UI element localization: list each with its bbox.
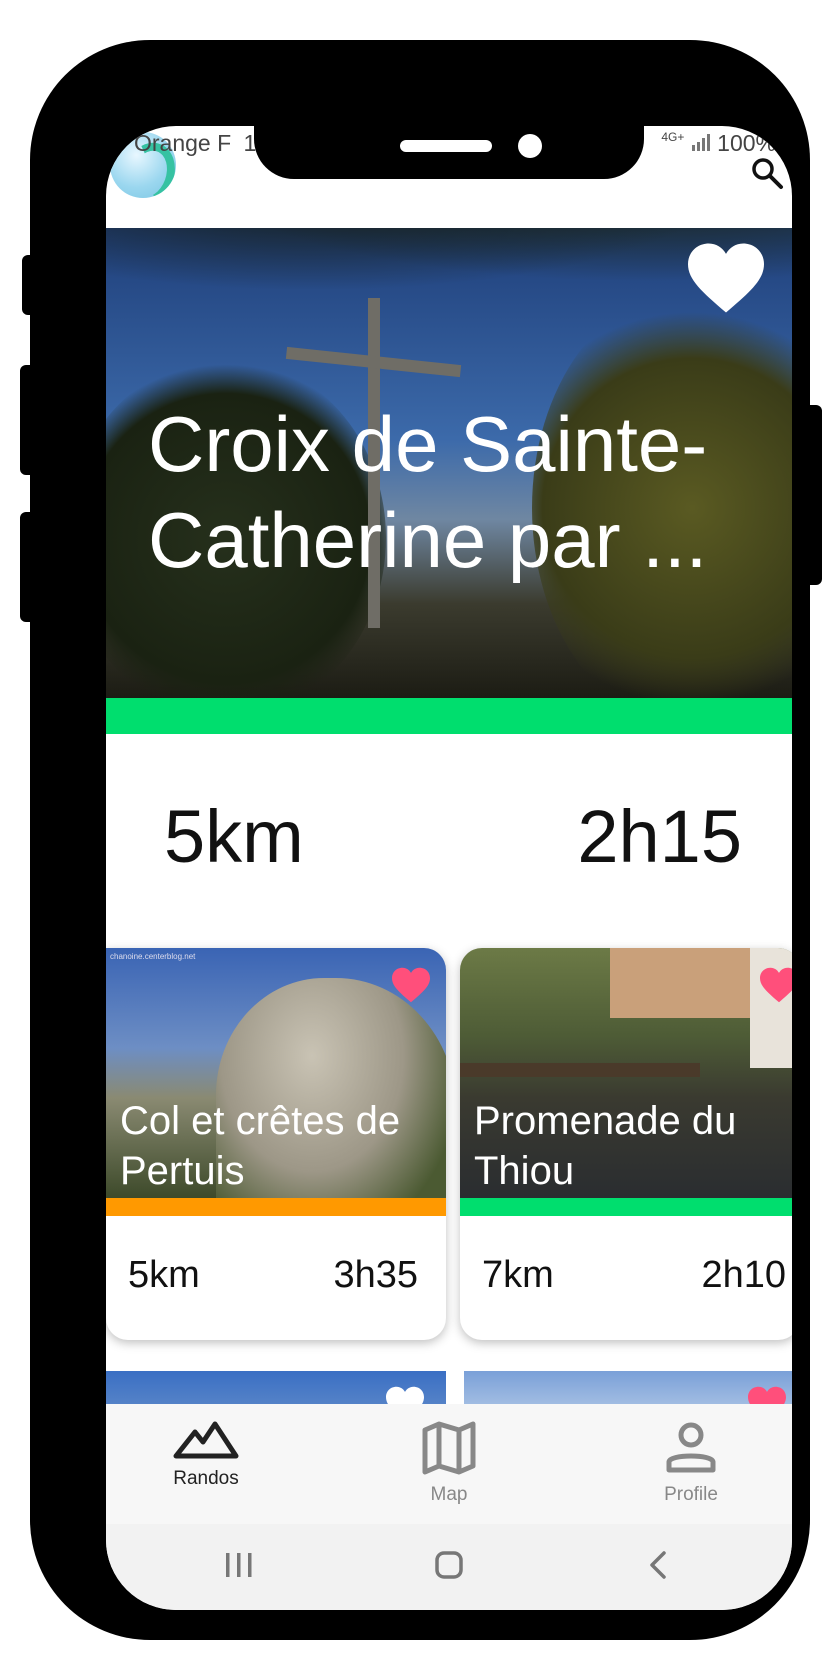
- nav-tab-map[interactable]: Map: [369, 1420, 529, 1506]
- nav-label: Map: [430, 1484, 468, 1505]
- status-bar-right: 4G+ 100%: [661, 130, 776, 162]
- phone-frame: Orange F 19 4G+ 100% Croix de Sainte-Cat…: [30, 40, 810, 1640]
- favorite-heart-icon[interactable]: [390, 966, 432, 1004]
- notch: [254, 126, 644, 179]
- person-icon: [611, 1420, 771, 1476]
- battery-label: 100%: [717, 130, 776, 156]
- speaker: [400, 140, 492, 152]
- carrier-label: Orange F: [134, 130, 232, 156]
- featured-hike-card[interactable]: Croix de Sainte-Catherine par ...: [106, 228, 792, 698]
- hike-card-duration: 2h10: [701, 1254, 786, 1296]
- photo-watermark: chanoine.centerblog.net: [110, 952, 196, 961]
- featured-hike-stats: 5km 2h15: [106, 734, 792, 934]
- favorite-heart-icon[interactable]: [684, 240, 768, 316]
- nav-tab-profile[interactable]: Profile: [611, 1420, 771, 1506]
- nav-tab-randos[interactable]: Randos: [126, 1420, 286, 1490]
- back-icon[interactable]: [644, 1550, 674, 1585]
- signal-icon: [691, 130, 717, 156]
- hike-card-distance: 7km: [482, 1254, 554, 1296]
- hike-photo-building: [610, 948, 750, 1018]
- network-label: 4G+: [661, 130, 685, 144]
- hike-card[interactable]: chanoine.centerblog.net Col et crêtes de…: [106, 948, 446, 1340]
- recents-icon[interactable]: [224, 1550, 254, 1585]
- hike-photo-dock: [460, 1063, 700, 1077]
- nav-label: Profile: [664, 1484, 718, 1505]
- favorite-heart-icon[interactable]: [758, 966, 792, 1004]
- featured-hike-distance: 5km: [164, 795, 304, 878]
- hike-card-duration: 3h35: [333, 1254, 418, 1296]
- difficulty-bar: [106, 698, 792, 734]
- hike-card-title: Col et crêtes de Pertuis: [120, 1099, 401, 1193]
- status-bar-left: Orange F 19: [134, 130, 269, 162]
- difficulty-bar: [460, 1198, 792, 1216]
- nav-label: Randos: [173, 1468, 239, 1489]
- featured-hike-duration: 2h15: [577, 795, 742, 878]
- hike-card[interactable]: Promenade du Thiou 7km 2h10: [460, 948, 792, 1340]
- system-navigation-bar: [106, 1524, 792, 1610]
- map-icon: [369, 1420, 529, 1476]
- bottom-navigation: Randos Map Profile: [106, 1404, 792, 1524]
- home-icon[interactable]: [434, 1550, 464, 1585]
- mountains-icon: [126, 1420, 286, 1460]
- hike-card-distance: 5km: [128, 1254, 200, 1296]
- front-camera: [518, 134, 542, 158]
- featured-hike-title: Croix de Sainte-Catherine par ...: [148, 400, 708, 584]
- difficulty-bar: [106, 1198, 446, 1216]
- hike-card-title: Promenade du Thiou: [474, 1099, 737, 1193]
- phone-screen: Orange F 19 4G+ 100% Croix de Sainte-Cat…: [106, 126, 792, 1610]
